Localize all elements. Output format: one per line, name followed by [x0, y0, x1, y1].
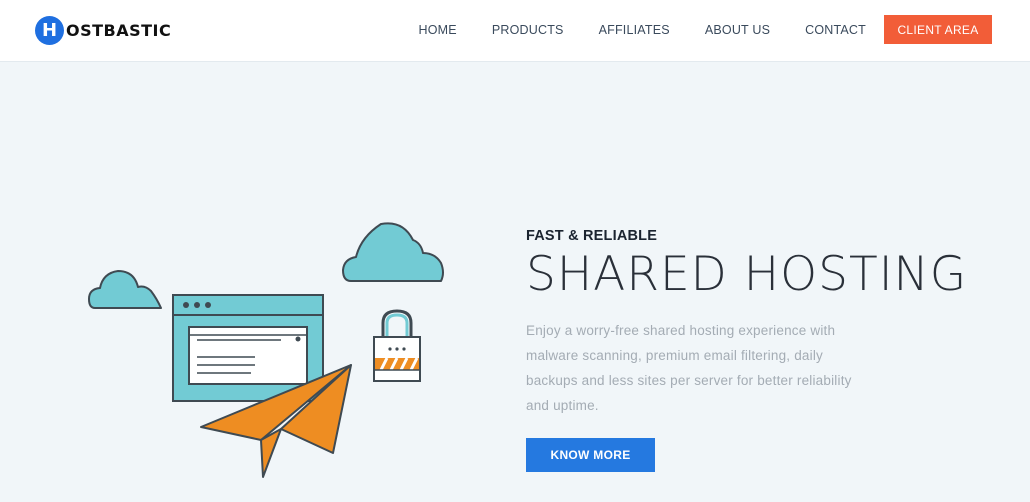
hero-section: FAST & RELIABLE SHARED HOSTING Enjoy a w… [526, 228, 1006, 472]
site-logo[interactable]: H OSTBASTIC [35, 14, 171, 46]
main-nav: HOME PRODUCTS AFFILIATES ABOUT US CONTAC… [384, 15, 992, 44]
know-more-button[interactable]: KNOW MORE [526, 438, 655, 472]
hero-title: SHARED HOSTING [526, 247, 968, 302]
site-header: H OSTBASTIC HOME PRODUCTS AFFILIATES ABO… [0, 0, 1030, 62]
nav-home[interactable]: HOME [419, 23, 457, 37]
nav-about-us[interactable]: ABOUT US [705, 23, 770, 37]
padlock-icon [373, 309, 421, 382]
client-area-button[interactable]: CLIENT AREA [884, 15, 992, 44]
hero-eyebrow: FAST & RELIABLE [526, 228, 658, 244]
nav-products[interactable]: PRODUCTS [492, 23, 564, 37]
cloud-icon [342, 222, 444, 282]
logo-mark-icon: H [35, 15, 64, 45]
logo-wordmark: OSTBASTIC [66, 20, 172, 40]
nav-affiliates[interactable]: AFFILIATES [599, 23, 670, 37]
nav-contact[interactable]: CONTACT [805, 23, 866, 37]
hero-illustration [85, 215, 455, 485]
hero-description: Enjoy a worry-free shared hosting experi… [526, 323, 852, 413]
cloud-icon [88, 270, 162, 309]
